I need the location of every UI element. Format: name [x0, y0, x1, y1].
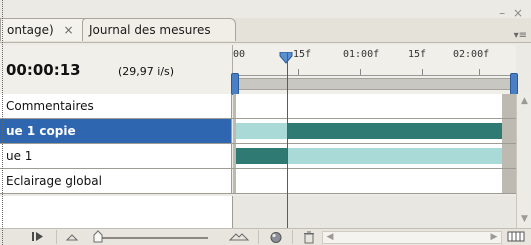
track-end-gap [502, 119, 516, 143]
layer-track[interactable] [233, 169, 516, 193]
empty-layer-area [0, 196, 233, 228]
layer-row-copy[interactable]: ue 1 copie [0, 119, 516, 144]
timeline-view-icon[interactable] [506, 231, 526, 244]
layer-track[interactable] [233, 119, 516, 143]
timeline-ruler[interactable]: 00 15f 01:00f 15f 02:00f [231, 45, 518, 95]
current-timecode[interactable]: 00:00:13 [6, 61, 81, 79]
ruler-label-02-00f: 02:00f [453, 49, 490, 60]
zoom-out-icon[interactable] [65, 231, 79, 244]
layer-duration-bar[interactable] [288, 123, 502, 139]
panel-edge [2, 0, 3, 245]
scroll-left-icon[interactable]: ◀ [324, 232, 336, 243]
zoom-in-icon[interactable] [228, 231, 250, 244]
track-start-gap [233, 169, 236, 193]
layer-duration-bar[interactable] [288, 148, 502, 164]
work-area-bar[interactable] [233, 78, 516, 90]
track-start-gap [233, 94, 236, 118]
layer-row-comments[interactable]: Commentaires [0, 94, 516, 119]
bottom-toolbar: ◀ ▶ [0, 228, 531, 245]
layer-row-global-light[interactable]: Eclairage global [0, 169, 516, 194]
zoom-slider-thumb[interactable] [93, 230, 103, 243]
tab-close-icon[interactable]: × [64, 23, 74, 37]
layer-track[interactable] [233, 144, 516, 168]
scroll-down-icon[interactable]: ▼ [519, 214, 530, 225]
tab-measurement-log[interactable]: Journal des mesures [82, 18, 236, 41]
layer-label[interactable]: Commentaires [0, 94, 232, 118]
ruler-baseline [233, 75, 516, 76]
horizontal-scrollbar[interactable]: ◀ ▶ [322, 231, 502, 244]
layer-row-1[interactable]: ue 1 [0, 144, 516, 169]
track-start-gap [233, 119, 236, 143]
layer-duration-bar[interactable] [236, 123, 288, 139]
track-end-gap [502, 144, 516, 168]
playhead-handle-icon[interactable] [279, 52, 293, 64]
scroll-up-icon[interactable]: ▲ [519, 96, 530, 107]
work-area-end-handle[interactable] [510, 73, 518, 95]
toolbar-separator [292, 230, 293, 244]
toolbar-separator [258, 230, 259, 244]
playhead-line [287, 52, 288, 228]
track-end-gap [502, 169, 516, 193]
track-end-gap [502, 94, 516, 118]
frame-rate: (29,97 i/s) [118, 65, 175, 78]
tween-icon[interactable] [268, 231, 284, 244]
layer-label[interactable]: ue 1 [0, 144, 232, 168]
animation-panel: – × ontage) × Journal des mesures ▾≡ 00:… [0, 0, 531, 245]
layer-label[interactable]: Eclairage global [0, 169, 232, 193]
panel-menu-icon[interactable]: ▾≡ [514, 30, 527, 41]
layer-duration-bar[interactable] [236, 148, 288, 164]
ruler-label-01-00f: 01:00f [343, 49, 380, 60]
zoom-slider-track[interactable] [98, 237, 208, 239]
scroll-right-icon[interactable]: ▶ [488, 232, 500, 243]
vertical-scrollbar[interactable]: ▲ ▼ [516, 94, 531, 228]
tab-animation-label: ontage) [7, 23, 54, 37]
tab-bar: ontage) × Journal des mesures [0, 18, 531, 43]
toolbar-separator [56, 230, 57, 244]
tab-measurement-log-label: Journal des mesures [89, 23, 211, 37]
work-area-start-handle[interactable] [231, 73, 239, 95]
play-icon[interactable] [30, 231, 46, 244]
track-start-gap [233, 144, 236, 168]
layer-label[interactable]: ue 1 copie [0, 119, 232, 143]
time-display: 00:00:13 (29,97 i/s) [0, 45, 233, 94]
ruler-label-15f: 15f [293, 49, 312, 60]
trash-icon[interactable] [302, 231, 316, 244]
layer-track[interactable] [233, 94, 516, 118]
ruler-label-00: 00 [233, 49, 246, 60]
ruler-label-15f-2: 15f [408, 49, 427, 60]
